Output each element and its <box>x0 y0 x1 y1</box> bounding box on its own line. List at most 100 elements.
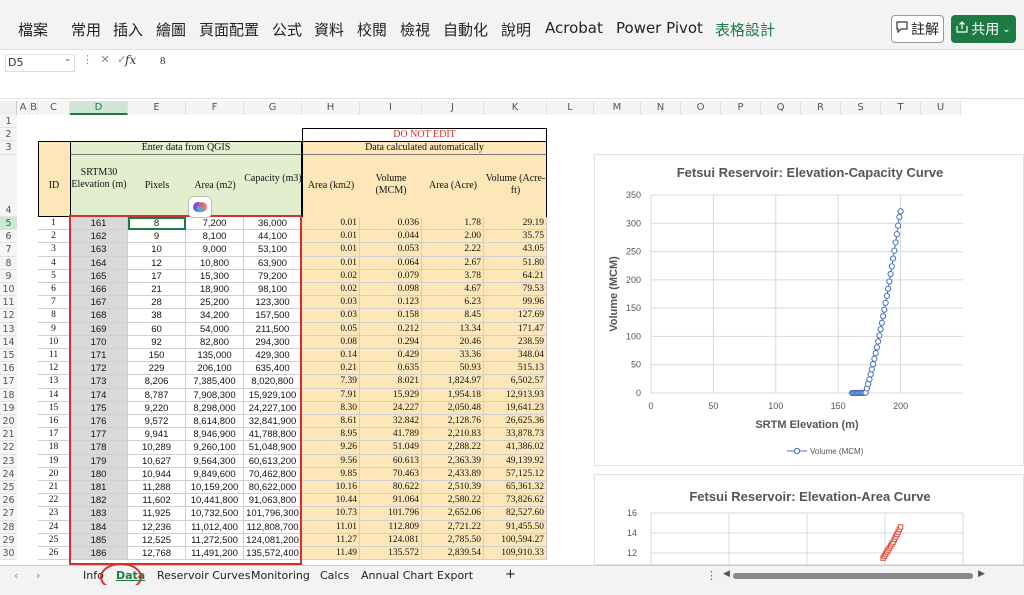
column-header-o[interactable]: O <box>681 101 721 115</box>
table-cell[interactable]: 60.613 <box>360 454 422 468</box>
table-cell[interactable]: 0.01 <box>302 256 360 270</box>
row-header[interactable]: 14 <box>0 335 17 349</box>
row-header[interactable]: 11 <box>0 296 17 310</box>
table-cell[interactable]: 12,913.93 <box>484 388 547 402</box>
table-cell[interactable]: 515.13 <box>484 362 547 376</box>
column-header-i[interactable]: I <box>360 101 422 115</box>
table-cell[interactable]: 43.05 <box>484 243 547 257</box>
table-cell[interactable]: 8.45 <box>422 309 484 323</box>
table-cell[interactable]: 0.294 <box>360 335 422 349</box>
menu-view[interactable]: 檢視 <box>400 19 430 40</box>
table-cell[interactable]: 20 <box>38 467 70 481</box>
table-cell[interactable]: 24.227 <box>360 401 422 415</box>
table-cell[interactable]: 50.93 <box>422 362 484 376</box>
menu-page-layout[interactable]: 頁面配置 <box>199 19 259 40</box>
row-header[interactable]: 25 <box>0 481 17 495</box>
table-cell[interactable]: 9.26 <box>302 441 360 455</box>
table-cell[interactable]: 0.044 <box>360 230 422 244</box>
table-cell[interactable]: 2,652.06 <box>422 507 484 521</box>
row-header[interactable]: 24 <box>0 467 17 481</box>
table-cell[interactable]: 51.049 <box>360 441 422 455</box>
fx-icon[interactable]: fx <box>125 53 136 67</box>
table-cell[interactable]: 32.842 <box>360 415 422 429</box>
column-header-f[interactable]: F <box>186 101 244 115</box>
row-header[interactable]: 17 <box>0 375 17 389</box>
table-cell[interactable]: 101.796 <box>360 507 422 521</box>
table-cell[interactable]: 82,527.60 <box>484 507 547 521</box>
table-cell[interactable]: 7 <box>38 296 70 310</box>
table-cell[interactable]: 2,785.50 <box>422 533 484 547</box>
table-cell[interactable]: 33.36 <box>422 349 484 363</box>
column-header-r[interactable]: R <box>801 101 841 115</box>
column-header-u[interactable]: U <box>921 101 961 115</box>
table-cell[interactable]: 0.03 <box>302 309 360 323</box>
table-cell[interactable]: 3 <box>38 243 70 257</box>
column-header-b[interactable]: B <box>30 101 38 115</box>
row-header[interactable]: 12 <box>0 309 17 323</box>
table-cell[interactable]: 238.59 <box>484 335 547 349</box>
table-cell[interactable]: 0.123 <box>360 296 422 310</box>
table-cell[interactable]: 0.01 <box>302 243 360 257</box>
table-cell[interactable]: 4 <box>38 256 70 270</box>
table-cell[interactable]: 2,510.39 <box>422 481 484 495</box>
table-cell[interactable]: 51.80 <box>484 256 547 270</box>
table-cell[interactable]: 19 <box>38 454 70 468</box>
table-cell[interactable]: 2,050.48 <box>422 401 484 415</box>
row-header[interactable]: 16 <box>0 362 17 376</box>
row-header[interactable]: 8 <box>0 256 17 270</box>
row-header[interactable]: 18 <box>0 388 17 402</box>
table-cell[interactable]: 91,455.50 <box>484 520 547 534</box>
table-cell[interactable]: 6 <box>38 283 70 297</box>
table-cell[interactable]: 10.73 <box>302 507 360 521</box>
copilot-icon[interactable] <box>188 196 212 218</box>
table-cell[interactable]: 21 <box>38 481 70 495</box>
table-cell[interactable]: 112.809 <box>360 520 422 534</box>
table-cell[interactable]: 0.053 <box>360 243 422 257</box>
column-header-s[interactable]: S <box>841 101 881 115</box>
menu-data[interactable]: 資料 <box>314 19 344 40</box>
table-cell[interactable]: 13.34 <box>422 322 484 336</box>
menu-power-pivot[interactable]: Power Pivot <box>616 19 703 37</box>
table-cell[interactable]: 2,288.22 <box>422 441 484 455</box>
table-cell[interactable]: 9 <box>38 322 70 336</box>
row-header[interactable]: 28 <box>0 520 17 534</box>
table-cell[interactable]: 29.19 <box>484 217 547 231</box>
table-cell[interactable]: 99.96 <box>484 296 547 310</box>
table-cell[interactable]: 0.098 <box>360 283 422 297</box>
menu-acrobat[interactable]: Acrobat <box>545 19 603 37</box>
table-cell[interactable]: 0.21 <box>302 362 360 376</box>
column-header-d[interactable]: D <box>70 101 128 115</box>
table-cell[interactable]: 41.789 <box>360 428 422 442</box>
select-all-corner[interactable] <box>0 101 17 115</box>
menu-formulas[interactable]: 公式 <box>272 19 302 40</box>
table-cell[interactable]: 11.27 <box>302 533 360 547</box>
formula-input[interactable]: 8 <box>160 55 166 67</box>
table-cell[interactable]: 348.04 <box>484 349 547 363</box>
table-cell[interactable]: 124.081 <box>360 533 422 547</box>
table-cell[interactable]: 80.622 <box>360 481 422 495</box>
column-header-h[interactable]: H <box>302 101 360 115</box>
chevron-down-icon[interactable]: ⌄ <box>64 54 72 64</box>
table-cell[interactable]: 41,386.02 <box>484 441 547 455</box>
table-cell[interactable]: 91.064 <box>360 494 422 508</box>
row-header[interactable]: 6 <box>0 230 17 244</box>
add-sheet-button[interactable]: + <box>505 567 516 582</box>
table-cell[interactable]: 11 <box>38 349 70 363</box>
table-cell[interactable]: 2,580.22 <box>422 494 484 508</box>
table-cell[interactable]: 15.929 <box>360 388 422 402</box>
table-cell[interactable]: 0.064 <box>360 256 422 270</box>
column-header-q[interactable]: Q <box>761 101 801 115</box>
table-cell[interactable]: 57,125.12 <box>484 467 547 481</box>
comments-button[interactable]: 註解 <box>891 15 944 43</box>
table-cell[interactable]: 23 <box>38 507 70 521</box>
tab-export[interactable]: Export <box>437 569 473 582</box>
table-cell[interactable]: 2,721.22 <box>422 520 484 534</box>
table-cell[interactable]: 8.95 <box>302 428 360 442</box>
menu-table-design[interactable]: 表格設計 <box>715 19 775 40</box>
chevron-right-icon[interactable]: › <box>36 569 40 582</box>
column-header-j[interactable]: J <box>422 101 484 115</box>
scroll-left-icon[interactable]: ◀ <box>723 569 730 579</box>
table-cell[interactable]: 2,128.76 <box>422 415 484 429</box>
menu-automate[interactable]: 自動化 <box>443 19 488 40</box>
table-cell[interactable]: 1,824.97 <box>422 375 484 389</box>
